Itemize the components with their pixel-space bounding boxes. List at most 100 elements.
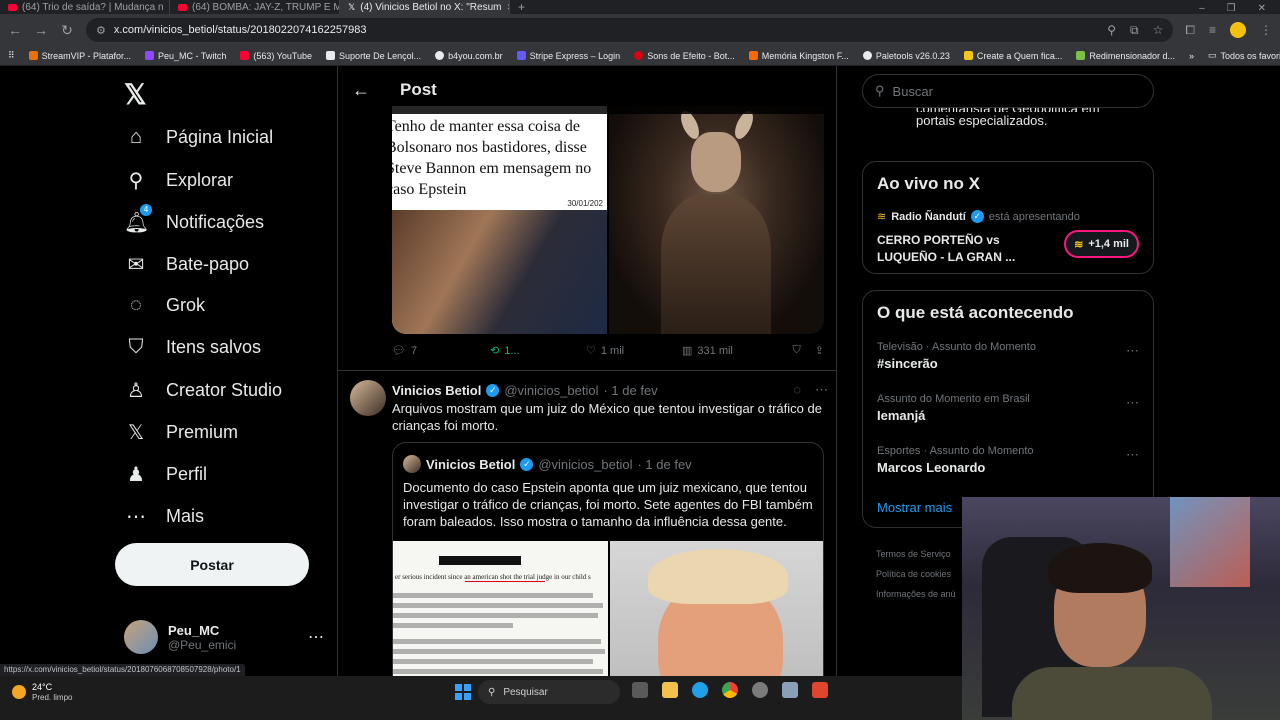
- trend-item[interactable]: Esportes · Assunto do Momento Marcos Leo…: [877, 445, 1139, 475]
- author-name[interactable]: Vinicios Betiol: [392, 383, 481, 398]
- globe-icon: [435, 51, 445, 60]
- footer-link[interactable]: Termos de Serviço: [876, 544, 956, 564]
- app-icon[interactable]: [752, 682, 768, 698]
- repost-icon: ⟲: [490, 345, 500, 357]
- trend-item[interactable]: Televisão · Assunto do Momento #sincerão…: [877, 341, 1139, 371]
- app-icon[interactable]: [812, 682, 828, 698]
- more-icon[interactable]: ⋯: [1126, 343, 1139, 359]
- back-arrow-icon[interactable]: ←: [352, 80, 370, 101]
- grok-icon[interactable]: ◌: [793, 382, 801, 398]
- bookmark[interactable]: Suporte De Lençol...: [326, 51, 421, 61]
- bookmark[interactable]: b4you.com.br: [435, 51, 503, 61]
- media-icon[interactable]: ≡: [1209, 23, 1216, 37]
- extensions-icon[interactable]: ⧠: [1185, 23, 1195, 38]
- bookmark[interactable]: Memória Kingston F...: [748, 51, 849, 61]
- search-icon: ⚲: [875, 83, 885, 98]
- browser-tab[interactable]: (64) Trio de saída? | Mudança n✕: [0, 0, 170, 14]
- bookmark[interactable]: Create a Quem fica...: [963, 51, 1062, 61]
- bookmark-label: Suporte De Lençol...: [339, 50, 422, 61]
- show-more-link[interactable]: Mostrar mais: [877, 500, 952, 515]
- nav-home[interactable]: ⌂ Página Inicial: [124, 126, 273, 149]
- settings-icon[interactable]: [782, 682, 798, 698]
- bookmark[interactable]: Peu_MC - Twitch: [144, 50, 227, 61]
- news-clipping-image[interactable]: Tenho de manter essa coisa de Bolsonaro …: [392, 106, 607, 334]
- bookmark-icon[interactable]: ⛉: [793, 344, 801, 357]
- browser-tab-active[interactable]: 𝕏(4) Vinicios Betiol no X: "Resum✕: [340, 0, 510, 14]
- url-input[interactable]: ⚙ x.com/vinicios_betiol/status/201802207…: [86, 18, 1174, 42]
- bookmark[interactable]: StreamVIP - Platafor...: [28, 51, 131, 61]
- nav-chat[interactable]: ✉ Bate-papo: [124, 252, 249, 277]
- browser-tab[interactable]: (64) BOMBA: JAY-Z, TRUMP E M✕: [170, 0, 340, 14]
- footer-link[interactable]: Informações de anú: [876, 584, 956, 604]
- trend-item[interactable]: Assunto do Momento em Brasil Iemanjá ⋯: [877, 393, 1139, 423]
- windows-start-icon[interactable]: [455, 684, 471, 700]
- nav-creator-studio[interactable]: ♙ Creator Studio: [124, 378, 282, 403]
- minimize-icon[interactable]: –: [1199, 3, 1205, 14]
- bookmark[interactable]: Stripe Express – Login: [516, 51, 620, 61]
- file-explorer-icon[interactable]: [662, 682, 678, 698]
- more-icon[interactable]: ⋯: [1126, 447, 1139, 463]
- menu-icon[interactable]: ⋮: [1260, 23, 1272, 37]
- chevron-right-icon[interactable]: »: [1189, 51, 1194, 61]
- more-icon[interactable]: ⋯: [1126, 395, 1139, 411]
- reply-icon: 💬︎: [392, 345, 406, 357]
- site-info-icon[interactable]: ⚙: [96, 24, 106, 37]
- more-icon[interactable]: ⋯: [815, 382, 828, 398]
- share-icon[interactable]: ⇪: [815, 344, 824, 357]
- listeners-pill[interactable]: ≋ +1,4 mil: [1064, 230, 1139, 258]
- apps-icon[interactable]: ⠿: [8, 50, 15, 61]
- nav-grok[interactable]: ◌ Grok: [124, 294, 205, 317]
- footer-link[interactable]: Política de cookies: [876, 564, 956, 584]
- bookmark[interactable]: Redimensionador d...: [1076, 51, 1175, 61]
- edge-icon[interactable]: [692, 682, 708, 698]
- live-host[interactable]: ≋ Radio Ñandutí ✓ está apresentando: [877, 210, 1080, 223]
- quoted-post[interactable]: Vinicios Betiol ✓ @vinicios_betiol · 1 d…: [392, 442, 824, 676]
- close-window-icon[interactable]: ✕: [1258, 3, 1266, 14]
- reload-icon[interactable]: ↻: [60, 22, 74, 39]
- author-handle[interactable]: @vinicios_betiol: [504, 383, 598, 398]
- post-date[interactable]: · 1 de fev: [603, 383, 657, 398]
- folder-icon: ▭: [1208, 50, 1217, 60]
- x-logo-icon[interactable]: 𝕏: [124, 78, 147, 111]
- bookmark[interactable]: (563) YouTube: [240, 51, 312, 61]
- like-button[interactable]: ♡ 1 mil: [586, 344, 682, 358]
- forward-icon[interactable]: →: [34, 22, 48, 38]
- nav-more[interactable]: ⋯ Mais: [124, 504, 204, 529]
- document-image[interactable]: er serious incident since an american sh…: [393, 541, 608, 676]
- avatar[interactable]: [350, 380, 386, 416]
- chrome-icon[interactable]: [722, 682, 738, 698]
- nav-explore[interactable]: ⚲ Explorar: [124, 168, 233, 193]
- post-button[interactable]: Postar: [115, 543, 309, 586]
- divider: [338, 370, 836, 371]
- zoom-icon[interactable]: ⚲: [1107, 23, 1116, 38]
- more-icon[interactable]: ⋯: [308, 627, 324, 647]
- all-bookmarks[interactable]: ▭Todos os favoritos: [1208, 50, 1280, 61]
- new-tab-button[interactable]: +: [510, 0, 533, 14]
- install-icon[interactable]: ⧉: [1130, 23, 1139, 38]
- account-switcher[interactable]: Peu_MC @Peu_emici ⋯: [124, 620, 324, 654]
- views-button[interactable]: ▥ 331 mil: [682, 344, 786, 358]
- back-icon[interactable]: ←: [8, 22, 22, 38]
- bookmark[interactable]: Sons de Efeito - Bot...: [634, 51, 735, 61]
- nav-notifications[interactable]: 🔔︎ 4 Notificações: [124, 204, 264, 235]
- nav-profile[interactable]: ♟ Perfil: [124, 462, 207, 487]
- post-media[interactable]: Tenho de manter essa coisa de Bolsonaro …: [392, 106, 824, 334]
- nav-bookmarks[interactable]: ⛉ Itens salvos: [124, 336, 262, 359]
- star-icon[interactable]: ☆: [1153, 23, 1164, 38]
- news-headline: Tenho de manter essa coisa de Bolsonaro …: [392, 118, 592, 198]
- bookmark[interactable]: Paletools v26.0.23: [862, 51, 950, 61]
- weather-widget[interactable]: 24°C Pred. limpo: [12, 682, 72, 702]
- bookmark-label: Peu_MC - Twitch: [157, 50, 227, 61]
- maximize-icon[interactable]: ❐: [1227, 3, 1236, 14]
- youtube-icon: [8, 3, 17, 11]
- task-view-icon[interactable]: [632, 682, 648, 698]
- profile-avatar[interactable]: [1230, 22, 1246, 38]
- bull-figure-image[interactable]: [609, 106, 824, 334]
- reply-button[interactable]: 💬︎ 7: [392, 344, 490, 358]
- repost-button[interactable]: ⟲ 1...: [490, 344, 586, 358]
- nav-premium[interactable]: 𝕏 Premium: [124, 420, 238, 445]
- portrait-image[interactable]: [610, 541, 823, 676]
- live-event-title[interactable]: CERRO PORTEÑO vs LUQUEÑO - LA GRAN ...: [877, 232, 1037, 266]
- search-input[interactable]: ⚲ Buscar: [862, 74, 1154, 108]
- taskbar-search[interactable]: ⚲ Pesquisar: [478, 680, 620, 704]
